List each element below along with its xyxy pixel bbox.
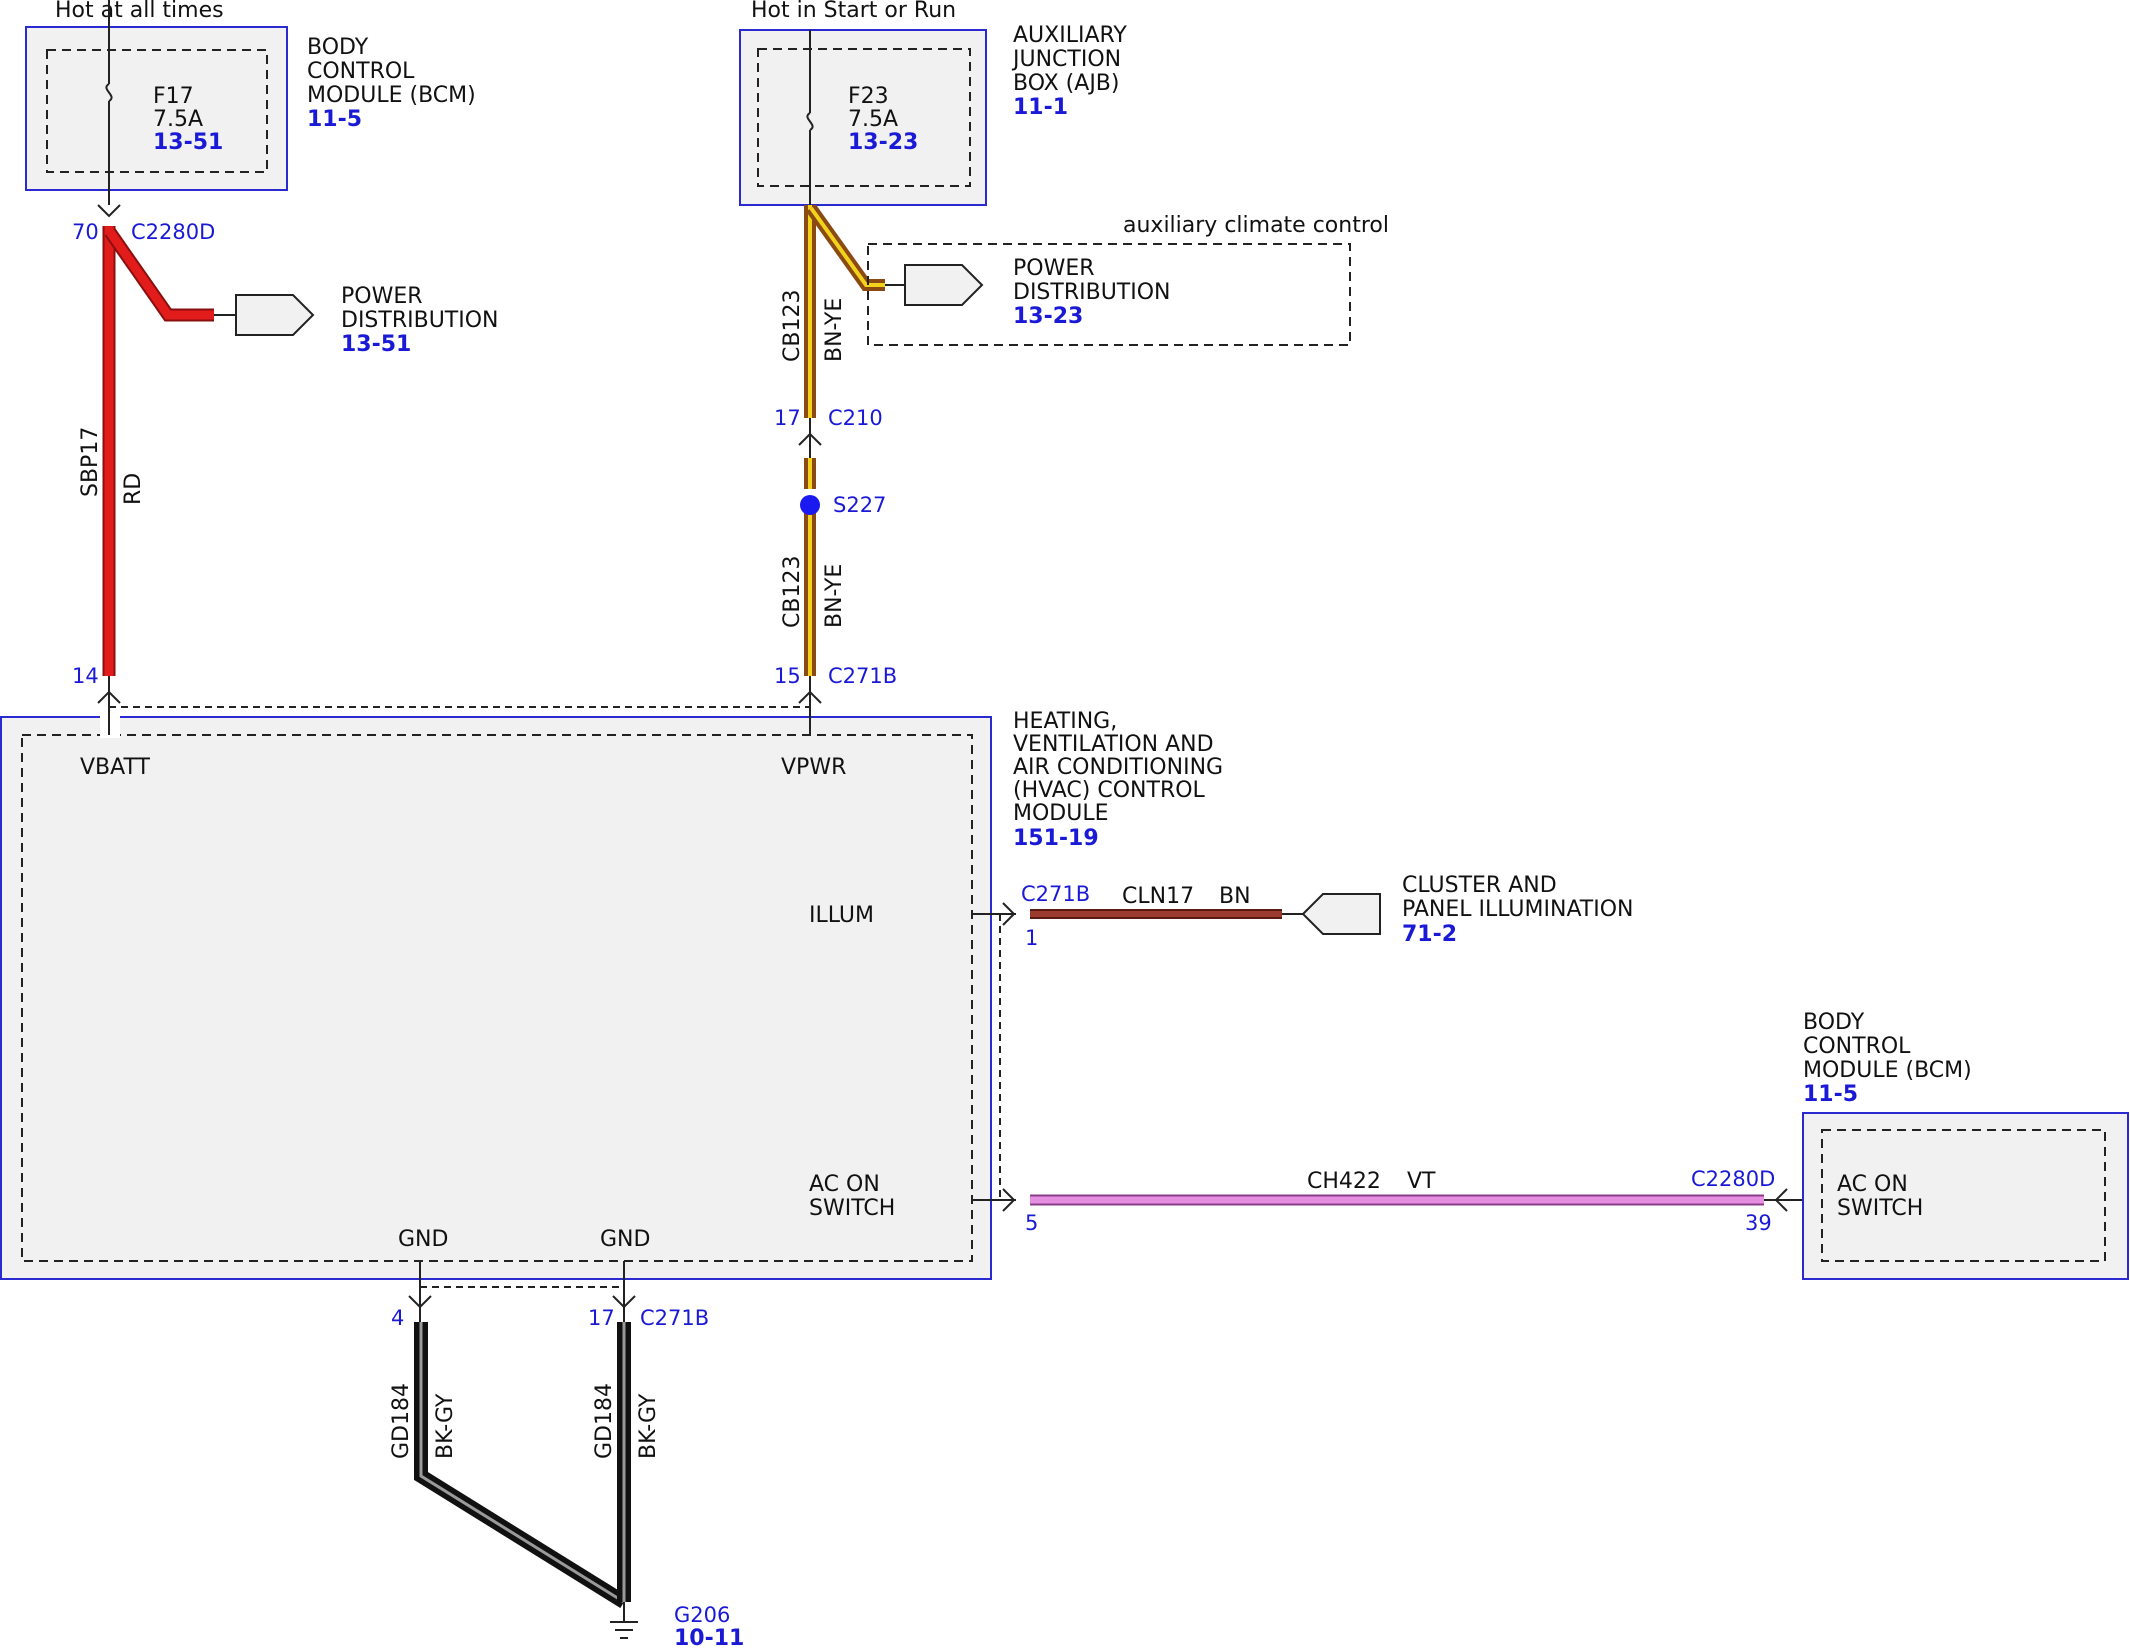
wire-sbp17-color: RD (121, 473, 146, 505)
illum-label: ILLUM (809, 903, 874, 928)
wire-cb123-upper-color: BN-YE (822, 298, 847, 362)
fuse-f23-ref[interactable]: 13-23 (848, 130, 918, 155)
pin-4: 4 (391, 1306, 404, 1330)
aux-climate-note: auxiliary climate control (1123, 213, 1389, 238)
wire-ch422-circuit: CH422 (1307, 1169, 1381, 1194)
hot-at-all-times-label: Hot at all times (55, 0, 224, 23)
wire-cln17-circuit: CLN17 (1122, 884, 1194, 909)
power-distribution-2-tag[interactable] (904, 264, 984, 306)
bcm-right-ac-on-1: AC ON (1837, 1172, 1908, 1197)
ajb-title-1: AUXILIARY (1013, 23, 1127, 48)
power-distribution-2-line-2: DISTRIBUTION (1013, 280, 1171, 305)
connector-c2280d-top-icon (97, 204, 121, 218)
wire-gd184-left-circuit: GD184 (389, 1383, 414, 1459)
pin-39: 39 (1745, 1211, 1772, 1235)
bcm-right-title-3: MODULE (BCM) (1803, 1058, 1972, 1083)
wire-sbp17-rd[interactable] (102, 226, 214, 676)
gnd-label-2: GND (600, 1227, 650, 1252)
ac-on-label-2: SWITCH (809, 1196, 895, 1221)
cluster-ref[interactable]: 71-2 (1402, 922, 1457, 947)
hvac-title-2: VENTILATION AND (1013, 732, 1214, 757)
pin-5: 5 (1025, 1211, 1038, 1235)
hvac-title-1: HEATING, (1013, 709, 1117, 734)
bcm-top-title-3: MODULE (BCM) (307, 83, 476, 108)
power-distribution-1-ref[interactable]: 13-51 (341, 332, 411, 357)
fuse-f23-name: F23 (848, 84, 889, 109)
ajb-ref[interactable]: 11-1 (1013, 95, 1068, 120)
ac-on-label-1: AC ON (809, 1172, 880, 1197)
vbatt-label: VBATT (80, 755, 151, 780)
hvac-title-3: AIR CONDITIONING (1013, 755, 1223, 780)
connector-c271b-top: C271B (828, 664, 897, 688)
splice-s227-label: S227 (833, 493, 886, 517)
power-distribution-1-line-2: DISTRIBUTION (341, 308, 499, 333)
hot-in-start-or-run-label: Hot in Start or Run (751, 0, 956, 23)
wire-cb123-lower-circuit: CB123 (780, 556, 805, 628)
bcm-right-ac-on-2: SWITCH (1837, 1196, 1923, 1221)
hvac-ref[interactable]: 151-19 (1013, 826, 1099, 851)
ajb-title-3: BOX (AJB) (1013, 71, 1119, 96)
pin-14: 14 (72, 664, 99, 688)
wire-cb123-upper-circuit: CB123 (780, 290, 805, 362)
connector-c210: C210 (828, 406, 883, 430)
wire-cln17-color: BN (1219, 884, 1251, 909)
fuse-f17-name: F17 (153, 84, 194, 109)
bcm-right-title-2: CONTROL (1803, 1034, 1911, 1059)
bcm-right-title-1: BODY (1803, 1010, 1865, 1035)
wire-gd184-right-circuit: GD184 (592, 1383, 617, 1459)
connector-c271b-illum: C271B (1021, 882, 1090, 906)
pin-17-c271b: 17 (588, 1306, 615, 1330)
wire-gd184-left-color: BK-GY (433, 1393, 458, 1459)
vpwr-label: VPWR (781, 755, 846, 780)
pin-15-c271b: 15 (774, 664, 801, 688)
connector-c271b-bottom: C271B (640, 1306, 709, 1330)
pin-1: 1 (1025, 926, 1038, 950)
wire-ch422-color: VT (1407, 1169, 1436, 1194)
connector-c2280d-top: C2280D (131, 220, 215, 244)
bcm-top-ref[interactable]: 11-5 (307, 107, 362, 132)
ground-symbol-icon (610, 1602, 638, 1639)
connector-c2280d-right: C2280D (1691, 1167, 1775, 1191)
ground-ref[interactable]: 10-11 (674, 1626, 744, 1648)
wire-cb123-lower-color: BN-YE (822, 564, 847, 628)
ground-g206: G206 (674, 1603, 730, 1627)
hvac-title-5: MODULE (1013, 801, 1109, 826)
power-distribution-2-line-1: POWER (1013, 256, 1095, 281)
power-distribution-1-tag[interactable] (235, 294, 315, 336)
bcm-top-title-1: BODY (307, 35, 369, 60)
wire-gd184-right-color: BK-GY (636, 1393, 661, 1459)
wire-gd184-bk-gy[interactable] (414, 1322, 631, 1608)
power-distribution-2-ref[interactable]: 13-23 (1013, 304, 1083, 329)
bcm-right-ref[interactable]: 11-5 (1803, 1082, 1858, 1107)
fuse-f17-rating: 7.5A (153, 107, 203, 132)
ajb-title-2: JUNCTION (1011, 47, 1121, 72)
splice-s227[interactable] (800, 495, 820, 515)
cluster-tag[interactable] (1301, 893, 1381, 935)
pin-17-c210: 17 (774, 406, 801, 430)
pin-70: 70 (72, 220, 99, 244)
fuse-f17-ref[interactable]: 13-51 (153, 130, 223, 155)
wire-sbp17-circuit: SBP17 (78, 427, 103, 497)
hvac-wiring-diagram: Hot at all times F17 7.5A 13-51 BODY CON… (0, 0, 2129, 1648)
hvac-title-4: (HVAC) CONTROL (1013, 778, 1206, 803)
gnd-label-1: GND (398, 1227, 448, 1252)
power-distribution-1-line-1: POWER (341, 284, 423, 309)
cluster-line-1: CLUSTER AND (1402, 873, 1557, 898)
cluster-line-2: PANEL ILLUMINATION (1402, 897, 1634, 922)
bcm-top-title-2: CONTROL (307, 59, 415, 84)
fuse-f23-rating: 7.5A (848, 107, 898, 132)
